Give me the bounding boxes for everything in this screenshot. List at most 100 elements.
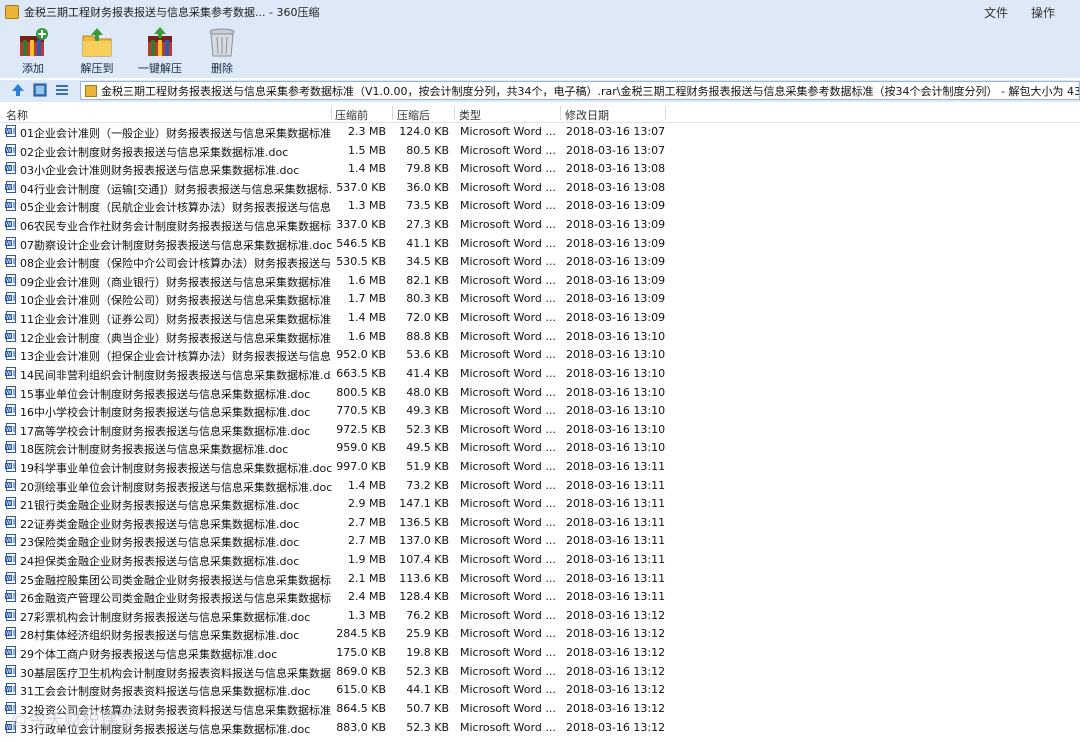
file-row[interactable]: W 02企业会计制度财务报表报送与信息采集数据标准.doc 1.5 MB 80.5 K… [0,141,1080,160]
up-arrow-icon[interactable] [10,82,26,98]
file-row[interactable]: W 25金融控股集团公司类金融企业财务报表报送与信息采集数据标... 2.1 MB 1… [0,569,1080,588]
file-modified-date: 2018-03-16 13:07 [566,143,666,157]
file-type: Microsoft Word ... [460,459,556,473]
word-document-icon: W [5,683,17,696]
svg-text:W: W [6,464,12,470]
file-original-size: 615.0 KB [336,683,386,697]
add-button[interactable]: 添加 [16,26,50,76]
file-row[interactable]: W 11企业会计准则（证券公司）财务报表报送与信息采集数据标准... 1.4 MB 7… [0,308,1080,327]
file-row[interactable]: W 10企业会计准则（保险公司）财务报表报送与信息采集数据标准... 1.7 MB 8… [0,289,1080,308]
column-header-name[interactable]: 名称 [6,107,28,123]
file-row[interactable]: W 29个体工商户财务报表报送与信息采集数据标准.doc 175.0 KB 19.8 … [0,643,1080,662]
file-row[interactable]: W 17高等学校会计制度财务报表报送与信息采集数据标准.doc 972.5 KB 52… [0,420,1080,439]
file-original-size: 537.0 KB [336,180,386,194]
file-type: Microsoft Word ... [460,701,556,715]
file-row[interactable]: W 12企业会计制度（典当企业）财务报表报送与信息采集数据标准... 1.6 MB 8… [0,327,1080,346]
file-row[interactable]: W 06农民专业合作社财务会计制度财务报表报送与信息采集数据标... 337.0 K… [0,215,1080,234]
svg-text:W: W [6,185,12,191]
file-modified-date: 2018-03-16 13:11 [566,459,666,473]
delete-button[interactable]: 删除 [205,26,239,76]
file-row[interactable]: W 28村集体经济组织财务报表报送与信息采集数据标准.doc 284.5 KB 25.… [0,624,1080,643]
menu-file[interactable]: 文件 [984,0,1008,24]
file-row[interactable]: W 05企业会计制度（民航企业会计核算办法）财务报表报送与信息... 1.3 MB 7… [0,196,1080,215]
file-modified-date: 2018-03-16 13:09 [566,255,666,269]
file-compressed-size: 41.1 KB [406,236,449,250]
svg-text:W: W [6,613,12,619]
column-divider[interactable] [331,106,332,120]
file-compressed-size: 52.3 KB [406,664,449,678]
word-document-icon: W [5,329,17,342]
column-header-original-size[interactable]: 压缩前 [335,107,368,123]
file-modified-date: 2018-03-16 13:10 [566,385,666,399]
file-compressed-size: 53.6 KB [406,348,449,362]
list-view-icon[interactable] [54,82,70,98]
file-compressed-size: 124.0 KB [399,125,449,138]
file-row[interactable]: W 31工会会计制度财务报表资料报送与信息采集数据标准.doc 615.0 KB 44… [0,680,1080,699]
word-document-icon: W [5,478,17,491]
file-modified-date: 2018-03-16 13:11 [566,478,666,492]
file-row[interactable]: W 30基层医疗卫生机构会计制度财务报表资料报送与信息采集数据... 869.0 K… [0,662,1080,681]
column-header-compressed-size[interactable]: 压缩后 [397,107,430,123]
file-row[interactable]: W 27彩票机构会计制度财务报表报送与信息采集数据标准.doc 1.3 MB 76.2… [0,606,1080,625]
file-row[interactable]: W 15事业单位会计制度财务报表报送与信息采集数据标准.doc 800.5 KB 48… [0,383,1080,402]
file-row[interactable]: W 19科学事业单位会计制度财务报表报送与信息采集数据标准.doc 997.0 KB… [0,457,1080,476]
svg-text:W: W [6,371,12,377]
file-row[interactable]: W 09企业会计准则（商业银行）财务报表报送与信息采集数据标准... 1.6 MB 8… [0,271,1080,290]
file-type: Microsoft Word ... [460,422,556,436]
file-row[interactable]: W 26金融资产管理公司类金融企业财务报表报送与信息采集数据标... 2.4 MB 1… [0,587,1080,606]
file-name: 09企业会计准则（商业银行）财务报表报送与信息采集数据标准... [20,275,332,289]
file-original-size: 869.0 KB [336,664,386,678]
word-document-icon: W [5,459,17,472]
file-row[interactable]: W 04行业会计制度（运输[交通]）财务报表报送与信息采集数据标... 537.0 … [0,178,1080,197]
file-name: 17高等学校会计制度财务报表报送与信息采集数据标准.doc [20,424,311,438]
file-type: Microsoft Word ... [460,627,556,641]
file-row[interactable]: W 21银行类金融企业财务报表报送与信息采集数据标准.doc 2.9 MB 147.1… [0,494,1080,513]
svg-text:W: W [6,687,12,693]
word-document-icon: W [5,125,17,137]
file-row[interactable]: W 16中小学校会计制度财务报表报送与信息采集数据标准.doc 770.5 KB 49… [0,401,1080,420]
file-original-size: 1.3 MB [347,199,386,213]
large-icon-view-icon[interactable] [32,82,48,98]
address-path-field[interactable]: 金税三期工程财务报表报送与信息采集参考数据标准（V1.0.00，按会计制度分列，… [80,81,1080,100]
file-row[interactable]: W 32投资公司会计核算办法财务报表资料报送与信息采集数据标准... 864.5 K… [0,699,1080,718]
svg-text:W: W [6,446,12,452]
one-click-extract-button[interactable]: 一键解压 [138,26,182,76]
column-header-modified-date[interactable]: 修改日期 [565,107,609,123]
column-divider[interactable] [665,106,666,120]
file-type: Microsoft Word ... [460,664,556,678]
file-row[interactable]: W 01企业会计准则（一般企业）财务报表报送与信息采集数据标准... 2.3 MB 1… [0,122,1080,141]
file-row[interactable]: W 03小企业会计准则财务报表报送与信息采集数据标准.doc 1.4 MB 79.8 … [0,159,1080,178]
file-original-size: 175.0 KB [336,646,386,660]
file-row[interactable]: W 13企业会计准则（担保企业会计核算办法）财务报表报送与信息... 952.0 K… [0,345,1080,364]
column-header-type[interactable]: 类型 [459,107,481,123]
file-compressed-size: 48.0 KB [406,385,449,399]
file-row[interactable]: W 18医院会计制度财务报表报送与信息采集数据标准.doc 959.0 KB 49.5… [0,438,1080,457]
file-name: 18医院会计制度财务报表报送与信息采集数据标准.doc [20,443,289,457]
word-document-icon: W [5,162,17,175]
address-bar: 金税三期工程财务报表报送与信息采集参考数据标准（V1.0.00，按会计制度分列，… [0,80,1080,102]
file-type: Microsoft Word ... [460,720,556,734]
file-original-size: 883.0 KB [336,720,386,734]
file-type: Microsoft Word ... [460,497,556,511]
trash-icon [205,26,239,58]
file-row[interactable]: W 08企业会计制度（保险中介公司会计核算办法）财务报表报送与... 530.5 K… [0,252,1080,271]
file-row[interactable]: W 22证券类金融企业财务报表报送与信息采集数据标准.doc 2.7 MB 136.5… [0,513,1080,532]
file-row[interactable]: W 24担保类金融企业财务报表报送与信息采集数据标准.doc 1.9 MB 107.4… [0,550,1080,569]
extract-to-button[interactable]: 解压到 [80,26,114,76]
column-divider[interactable] [454,106,455,120]
file-row[interactable]: W 07勘察设计企业会计制度财务报表报送与信息采集数据标准.doc 546.5 KB… [0,234,1080,253]
word-document-icon: W [5,404,17,417]
file-row[interactable]: W 23保险类金融企业财务报表报送与信息采集数据标准.doc 2.7 MB 137.0… [0,531,1080,550]
column-divider[interactable] [392,106,393,120]
svg-text:W: W [6,148,12,154]
file-modified-date: 2018-03-16 13:11 [566,534,666,548]
menu-operation[interactable]: 操作 [1031,0,1055,24]
file-compressed-size: 34.5 KB [406,255,449,269]
column-divider[interactable] [560,106,561,120]
word-document-icon: W [5,553,17,566]
file-row[interactable]: W 20测绘事业单位会计制度财务报表报送与信息采集数据标准.doc 1.4 MB 73… [0,476,1080,495]
file-list-header: 名称 压缩前 压缩后 类型 修改日期 [0,104,1080,123]
file-type: Microsoft Word ... [460,292,556,306]
file-row[interactable]: W 33行政单位会计制度财务报表报送与信息采集数据标准.doc 883.0 KB 52… [0,718,1080,737]
file-row[interactable]: W 14民间非营利组织会计制度财务报表报送与信息采集数据标准.d... 663.5 … [0,364,1080,383]
